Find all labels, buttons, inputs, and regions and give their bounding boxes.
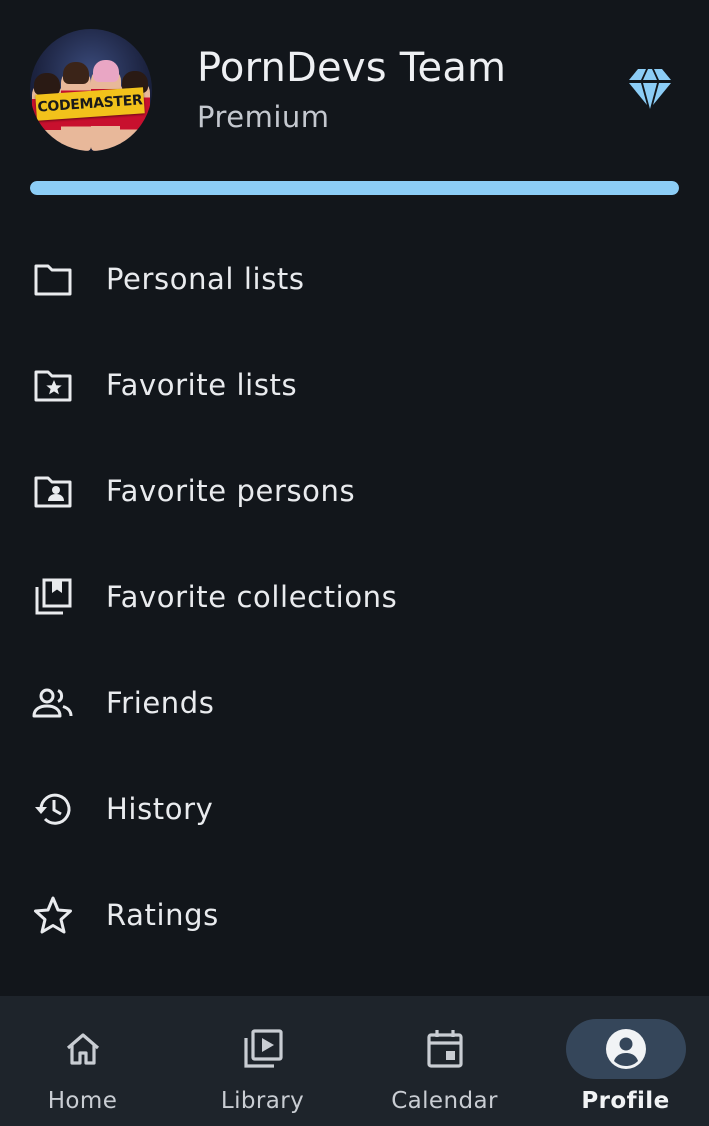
menu-item-label: Personal lists <box>106 262 305 296</box>
progress-bar <box>30 181 679 195</box>
menu-item-ratings[interactable]: Ratings <box>0 862 709 968</box>
nav-label: Profile <box>581 1088 670 1114</box>
nav-library[interactable]: Library <box>174 996 351 1126</box>
profile-plan: Premium <box>197 100 330 134</box>
avatar[interactable]: CODEMASTER <box>30 29 152 151</box>
folder-star-icon <box>31 363 75 407</box>
menu-item-history[interactable]: History <box>0 756 709 862</box>
menu-item-favorite-lists[interactable]: Favorite lists <box>0 332 709 438</box>
menu-item-favorite-persons[interactable]: Favorite persons <box>0 438 709 544</box>
menu-item-label: Ratings <box>106 898 219 932</box>
nav-profile[interactable]: Profile <box>537 996 709 1126</box>
menu-item-friends[interactable]: Friends <box>0 650 709 756</box>
menu-item-favorite-collections[interactable]: Favorite collections <box>0 544 709 650</box>
menu-item-label: Favorite collections <box>106 580 398 614</box>
menu-item-label: Favorite lists <box>106 368 298 402</box>
calendar-icon <box>426 1030 463 1068</box>
progress-bar-fill <box>30 181 679 195</box>
menu-item-personal-lists[interactable]: Personal lists <box>0 226 709 332</box>
nav-label: Calendar <box>391 1088 498 1114</box>
nav-label: Library <box>220 1088 305 1114</box>
nav-label: Home <box>47 1088 118 1114</box>
profile-header: CODEMASTER PornDevs Team Premium <box>0 0 709 195</box>
people-icon <box>31 681 75 725</box>
star-icon <box>31 893 75 937</box>
avatar-hair <box>93 60 119 82</box>
avatar-hair <box>63 62 89 84</box>
menu-item-label: Favorite persons <box>106 474 356 508</box>
menu-item-label: Friends <box>106 686 215 720</box>
nav-calendar[interactable]: Calendar <box>356 996 533 1126</box>
library-icon <box>243 1029 283 1068</box>
profile-menu: Personal lists Favorite lists Favorite p… <box>0 226 709 968</box>
profile-name: PornDevs Team <box>197 45 507 91</box>
nav-home[interactable]: Home <box>0 996 171 1126</box>
bookmark-stack-icon <box>31 575 75 619</box>
menu-item-label: History <box>106 792 214 826</box>
folder-icon <box>31 257 75 301</box>
home-icon <box>66 1033 99 1065</box>
history-icon <box>31 787 75 831</box>
bottom-navigation: Home Library Calendar Profile <box>0 996 709 1126</box>
avatar-hair <box>34 73 60 95</box>
diamond-icon[interactable] <box>626 67 674 111</box>
account-icon <box>605 1029 646 1069</box>
folder-person-icon <box>31 469 75 513</box>
